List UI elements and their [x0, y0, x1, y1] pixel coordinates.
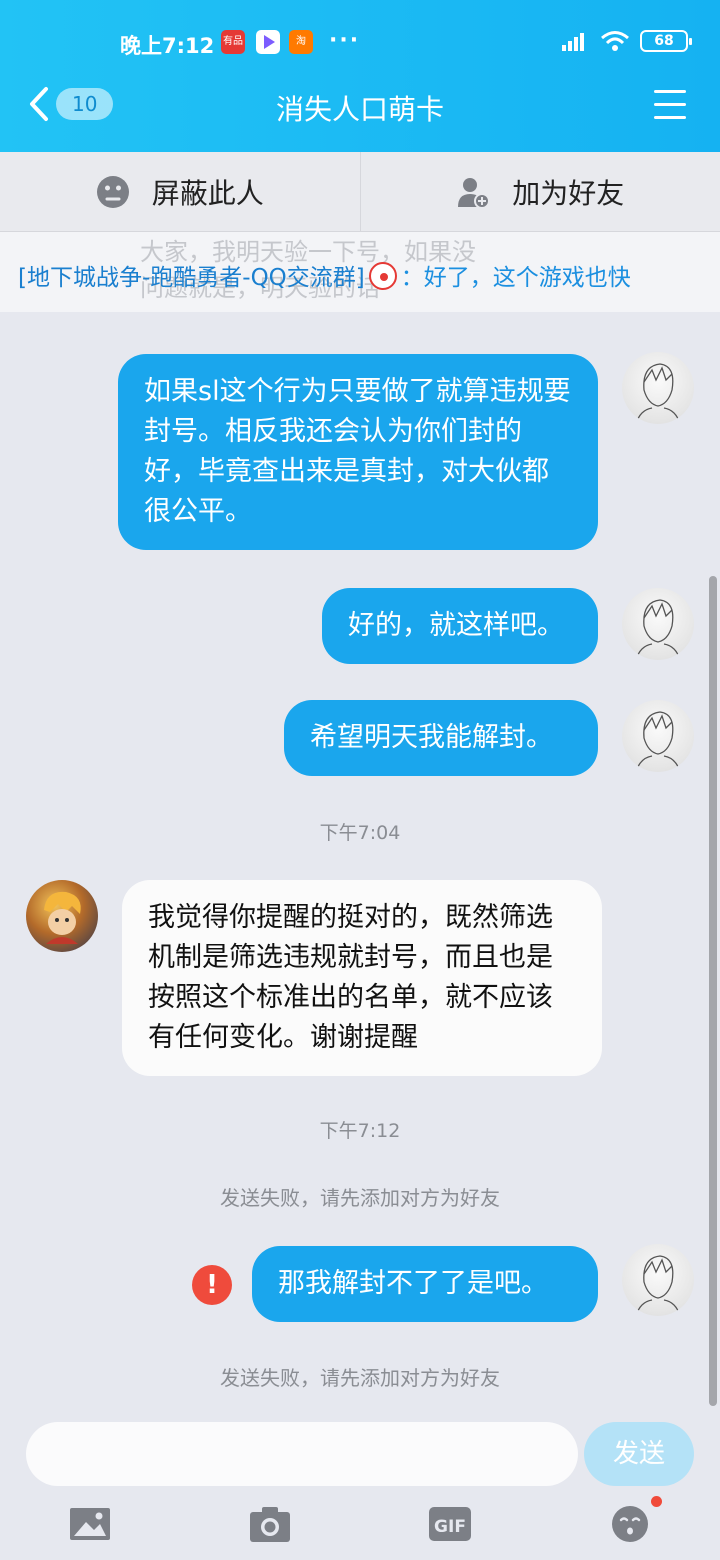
send-button[interactable]: 发送: [584, 1422, 694, 1486]
block-user-button[interactable]: 屏蔽此人: [0, 152, 360, 231]
chat-title: 消失人口萌卡: [275, 93, 444, 126]
status-bar: 晚上7:12 有品 淘 ··· 68: [0, 20, 720, 66]
message-bubble[interactable]: 希望明天我能解封。: [284, 700, 598, 776]
menu-line: [654, 103, 686, 106]
input-toolbar: GIF: [0, 1504, 720, 1554]
image-icon: [70, 1508, 110, 1540]
notice-text: [地下城战争-跑酷勇者-QQ交流群] ：好了，这个游戏也快: [18, 258, 631, 292]
clown-emoji-icon: [368, 262, 397, 290]
input-area: 发送 GIF: [0, 1410, 720, 1560]
add-friend-label: 加为好友: [512, 176, 625, 210]
signal-icon: [562, 33, 584, 51]
message-text: 我觉得你提醒的挺对的，既然筛选机制是筛选违规就封号，而且也是按照这个标准出的名单…: [148, 902, 553, 1053]
message-bubble[interactable]: 我觉得你提醒的挺对的，既然筛选机制是筛选违规就封号，而且也是按照这个标准出的名单…: [122, 880, 602, 1076]
message-text: 好的，就这样吧。: [348, 610, 564, 641]
message-bubble[interactable]: 那我解封不了了是吧。: [252, 1246, 598, 1322]
notice-message: ：好了，这个游戏也快: [400, 265, 631, 291]
camera-icon: [250, 1507, 290, 1542]
self-avatar-sketch-icon: [635, 363, 681, 424]
gif-icon: GIF: [429, 1507, 471, 1541]
timestamp: 下午7:04: [319, 822, 401, 844]
message-text: 如果sl这个行为只要做了就算违规要封号。相反我还会认为你们封的好，毕竟查出来是真…: [144, 376, 571, 527]
message-text: 希望明天我能解封。: [310, 722, 553, 753]
menu-line: [654, 90, 686, 93]
more-notifications-icon: ···: [329, 28, 361, 53]
emoji-button[interactable]: [608, 1504, 652, 1544]
group-notice[interactable]: 大家，我明天验一下号，如果没 问题就是，明天验的话 [地下城战争-跑酷勇者-QQ…: [0, 232, 720, 312]
self-avatar-sketch-icon: [635, 711, 681, 772]
menu-button[interactable]: [654, 90, 686, 120]
avatar[interactable]: [622, 588, 694, 660]
self-avatar-sketch-icon: [635, 599, 681, 660]
self-avatar-sketch-icon: [635, 1255, 681, 1316]
add-friend-icon: [458, 177, 491, 209]
send-failed-icon[interactable]: !: [192, 1265, 232, 1305]
image-button[interactable]: [68, 1504, 112, 1544]
contact-avatar-icon: [44, 891, 81, 944]
add-friend-button[interactable]: 加为好友: [359, 152, 720, 231]
timestamp: 下午7:12: [319, 1120, 401, 1142]
message-text: 那我解封不了了是吧。: [278, 1268, 548, 1299]
header: 晚上7:12 有品 淘 ··· 68 10 消失人口萌卡: [0, 0, 720, 152]
avatar[interactable]: [622, 1244, 694, 1316]
block-user-label: 屏蔽此人: [151, 176, 264, 210]
send-failed-notice: 发送失败，请先添加对方为好友: [220, 1186, 500, 1210]
gif-label: GIF: [434, 1517, 466, 1537]
video-app-icon: [256, 30, 280, 54]
youpin-app-icon: 有品: [221, 30, 245, 54]
message-input[interactable]: [26, 1422, 578, 1486]
taobao-app-icon: 淘: [289, 30, 313, 54]
block-icon: [96, 175, 129, 208]
avatar[interactable]: [26, 880, 98, 952]
message-bubble[interactable]: 如果sl这个行为只要做了就算违规要封号。相反我还会认为你们封的好，毕竟查出来是真…: [118, 354, 598, 550]
camera-button[interactable]: [248, 1504, 292, 1544]
emoji-icon: [612, 1506, 648, 1542]
gif-button[interactable]: GIF: [428, 1504, 472, 1544]
wifi-icon: [601, 31, 629, 51]
action-bar: 屏蔽此人 加为好友: [0, 152, 720, 232]
battery-icon: 68: [640, 30, 692, 52]
avatar[interactable]: [622, 352, 694, 424]
scrollbar[interactable]: [709, 576, 717, 1406]
send-failed-notice: 发送失败，请先添加对方为好友: [220, 1366, 500, 1390]
status-indicators: 68: [562, 30, 692, 52]
status-time: 晚上7:12: [120, 34, 215, 58]
message-bubble[interactable]: 好的，就这样吧。: [322, 588, 598, 664]
avatar[interactable]: [622, 700, 694, 772]
notice-group-name: [地下城战争-跑酷勇者-QQ交流群]: [18, 265, 365, 291]
nav-bar: 10 消失人口萌卡: [0, 74, 720, 140]
menu-line: [654, 116, 686, 119]
emoji-notification-dot: [651, 1496, 662, 1507]
